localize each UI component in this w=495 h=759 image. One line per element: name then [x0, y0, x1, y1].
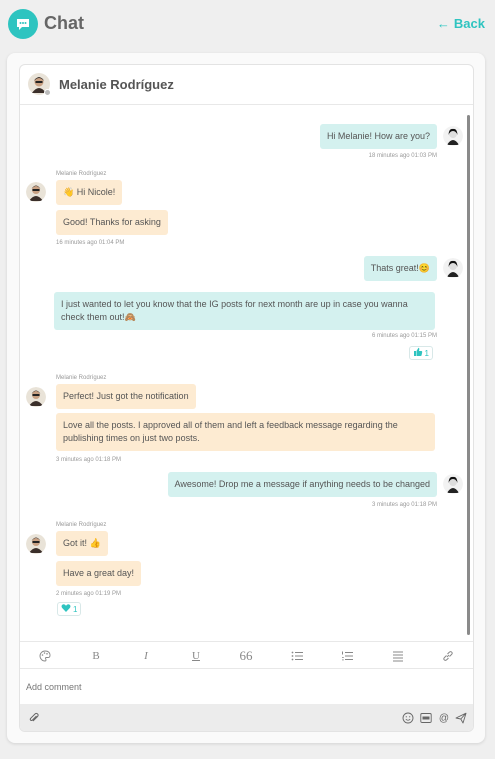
- format-toolbar: B I U 66: [20, 641, 473, 669]
- message-bubble: 👋 Hi Nicole!: [56, 180, 123, 205]
- align-icon[interactable]: [390, 648, 406, 664]
- message-bubble: Hi Melanie! How are you?: [319, 124, 437, 149]
- message-timestamp: 18 minutes ago 01:03 PM: [368, 153, 437, 159]
- composer-actions: @: [20, 704, 473, 731]
- message-bubble: Got it! 👍: [56, 531, 108, 556]
- composer: [20, 670, 473, 704]
- italic-icon[interactable]: I: [138, 648, 154, 664]
- user-avatar: [443, 474, 463, 494]
- bold-icon[interactable]: B: [88, 648, 104, 664]
- comment-input[interactable]: [26, 678, 466, 696]
- message-bubble: Have a great day!: [56, 561, 142, 586]
- palette-icon[interactable]: [37, 648, 53, 664]
- attach-icon[interactable]: [27, 711, 41, 725]
- message-timestamp: 16 minutes ago 01:04 PM: [56, 240, 125, 246]
- user-avatar: [443, 258, 463, 278]
- contact-name: Melanie Rodríguez: [59, 77, 174, 92]
- message-bubble: Awesome! Drop me a message if anything n…: [167, 472, 437, 497]
- sender-name: Melanie Rodríguez: [56, 522, 107, 528]
- top-bar: Chat ← Back: [0, 0, 495, 50]
- message-list[interactable]: Hi Melanie! How are you? 18 minutes ago …: [20, 106, 473, 640]
- scrollbar[interactable]: [467, 115, 470, 635]
- gif-icon[interactable]: [419, 711, 433, 725]
- reaction-badge[interactable]: 1: [57, 602, 82, 616]
- message-bubble: Good! Thanks for asking: [56, 210, 168, 235]
- user-avatar: [443, 126, 463, 146]
- page-title: Chat: [44, 13, 84, 33]
- arrow-left-icon: ←: [436, 16, 450, 31]
- chat-panel: Melanie Rodríguez Hi Melanie! How are yo…: [19, 64, 474, 732]
- bullet-list-icon[interactable]: [289, 648, 305, 664]
- message-bubble: Thats great!😊: [363, 256, 437, 281]
- chat-app-icon: [8, 9, 38, 39]
- heart-icon: [61, 603, 71, 615]
- sender-name: Melanie Rodríguez: [56, 171, 107, 177]
- reaction-badge[interactable]: 1: [408, 346, 433, 360]
- contact-avatar: [26, 182, 46, 202]
- reaction-count: 1: [73, 604, 78, 614]
- message-bubble: Perfect! Just got the notification: [56, 384, 196, 409]
- mention-icon[interactable]: @: [437, 711, 451, 725]
- message-bubble: Love all the posts. I approved all of th…: [56, 413, 435, 451]
- back-label: Back: [453, 16, 485, 31]
- underline-icon[interactable]: U: [188, 648, 204, 664]
- emoji-icon[interactable]: [401, 711, 415, 725]
- link-icon[interactable]: [440, 648, 456, 664]
- message-timestamp: 3 minutes ago 01:18 PM: [371, 502, 437, 508]
- reaction-count: 1: [424, 348, 429, 358]
- status-dot: [44, 89, 51, 96]
- thumbs-up-icon: [413, 347, 423, 359]
- send-icon[interactable]: [454, 711, 468, 725]
- numbered-list-icon[interactable]: [339, 648, 355, 664]
- message-timestamp: 2 minutes ago 01:19 PM: [56, 591, 122, 597]
- message-timestamp: 3 minutes ago 01:18 PM: [56, 457, 122, 463]
- message-bubble: I just wanted to let you know that the I…: [54, 292, 435, 330]
- quote-icon[interactable]: 66: [238, 648, 254, 664]
- back-button[interactable]: ← Back: [437, 16, 485, 31]
- chat-header: Melanie Rodríguez: [20, 65, 473, 105]
- sender-name: Melanie Rodríguez: [56, 375, 107, 381]
- contact-avatar: [26, 534, 46, 554]
- contact-avatar: [26, 387, 46, 407]
- chat-card: Melanie Rodríguez Hi Melanie! How are yo…: [7, 53, 485, 743]
- message-timestamp: 6 minutes ago 01:15 PM: [371, 333, 437, 339]
